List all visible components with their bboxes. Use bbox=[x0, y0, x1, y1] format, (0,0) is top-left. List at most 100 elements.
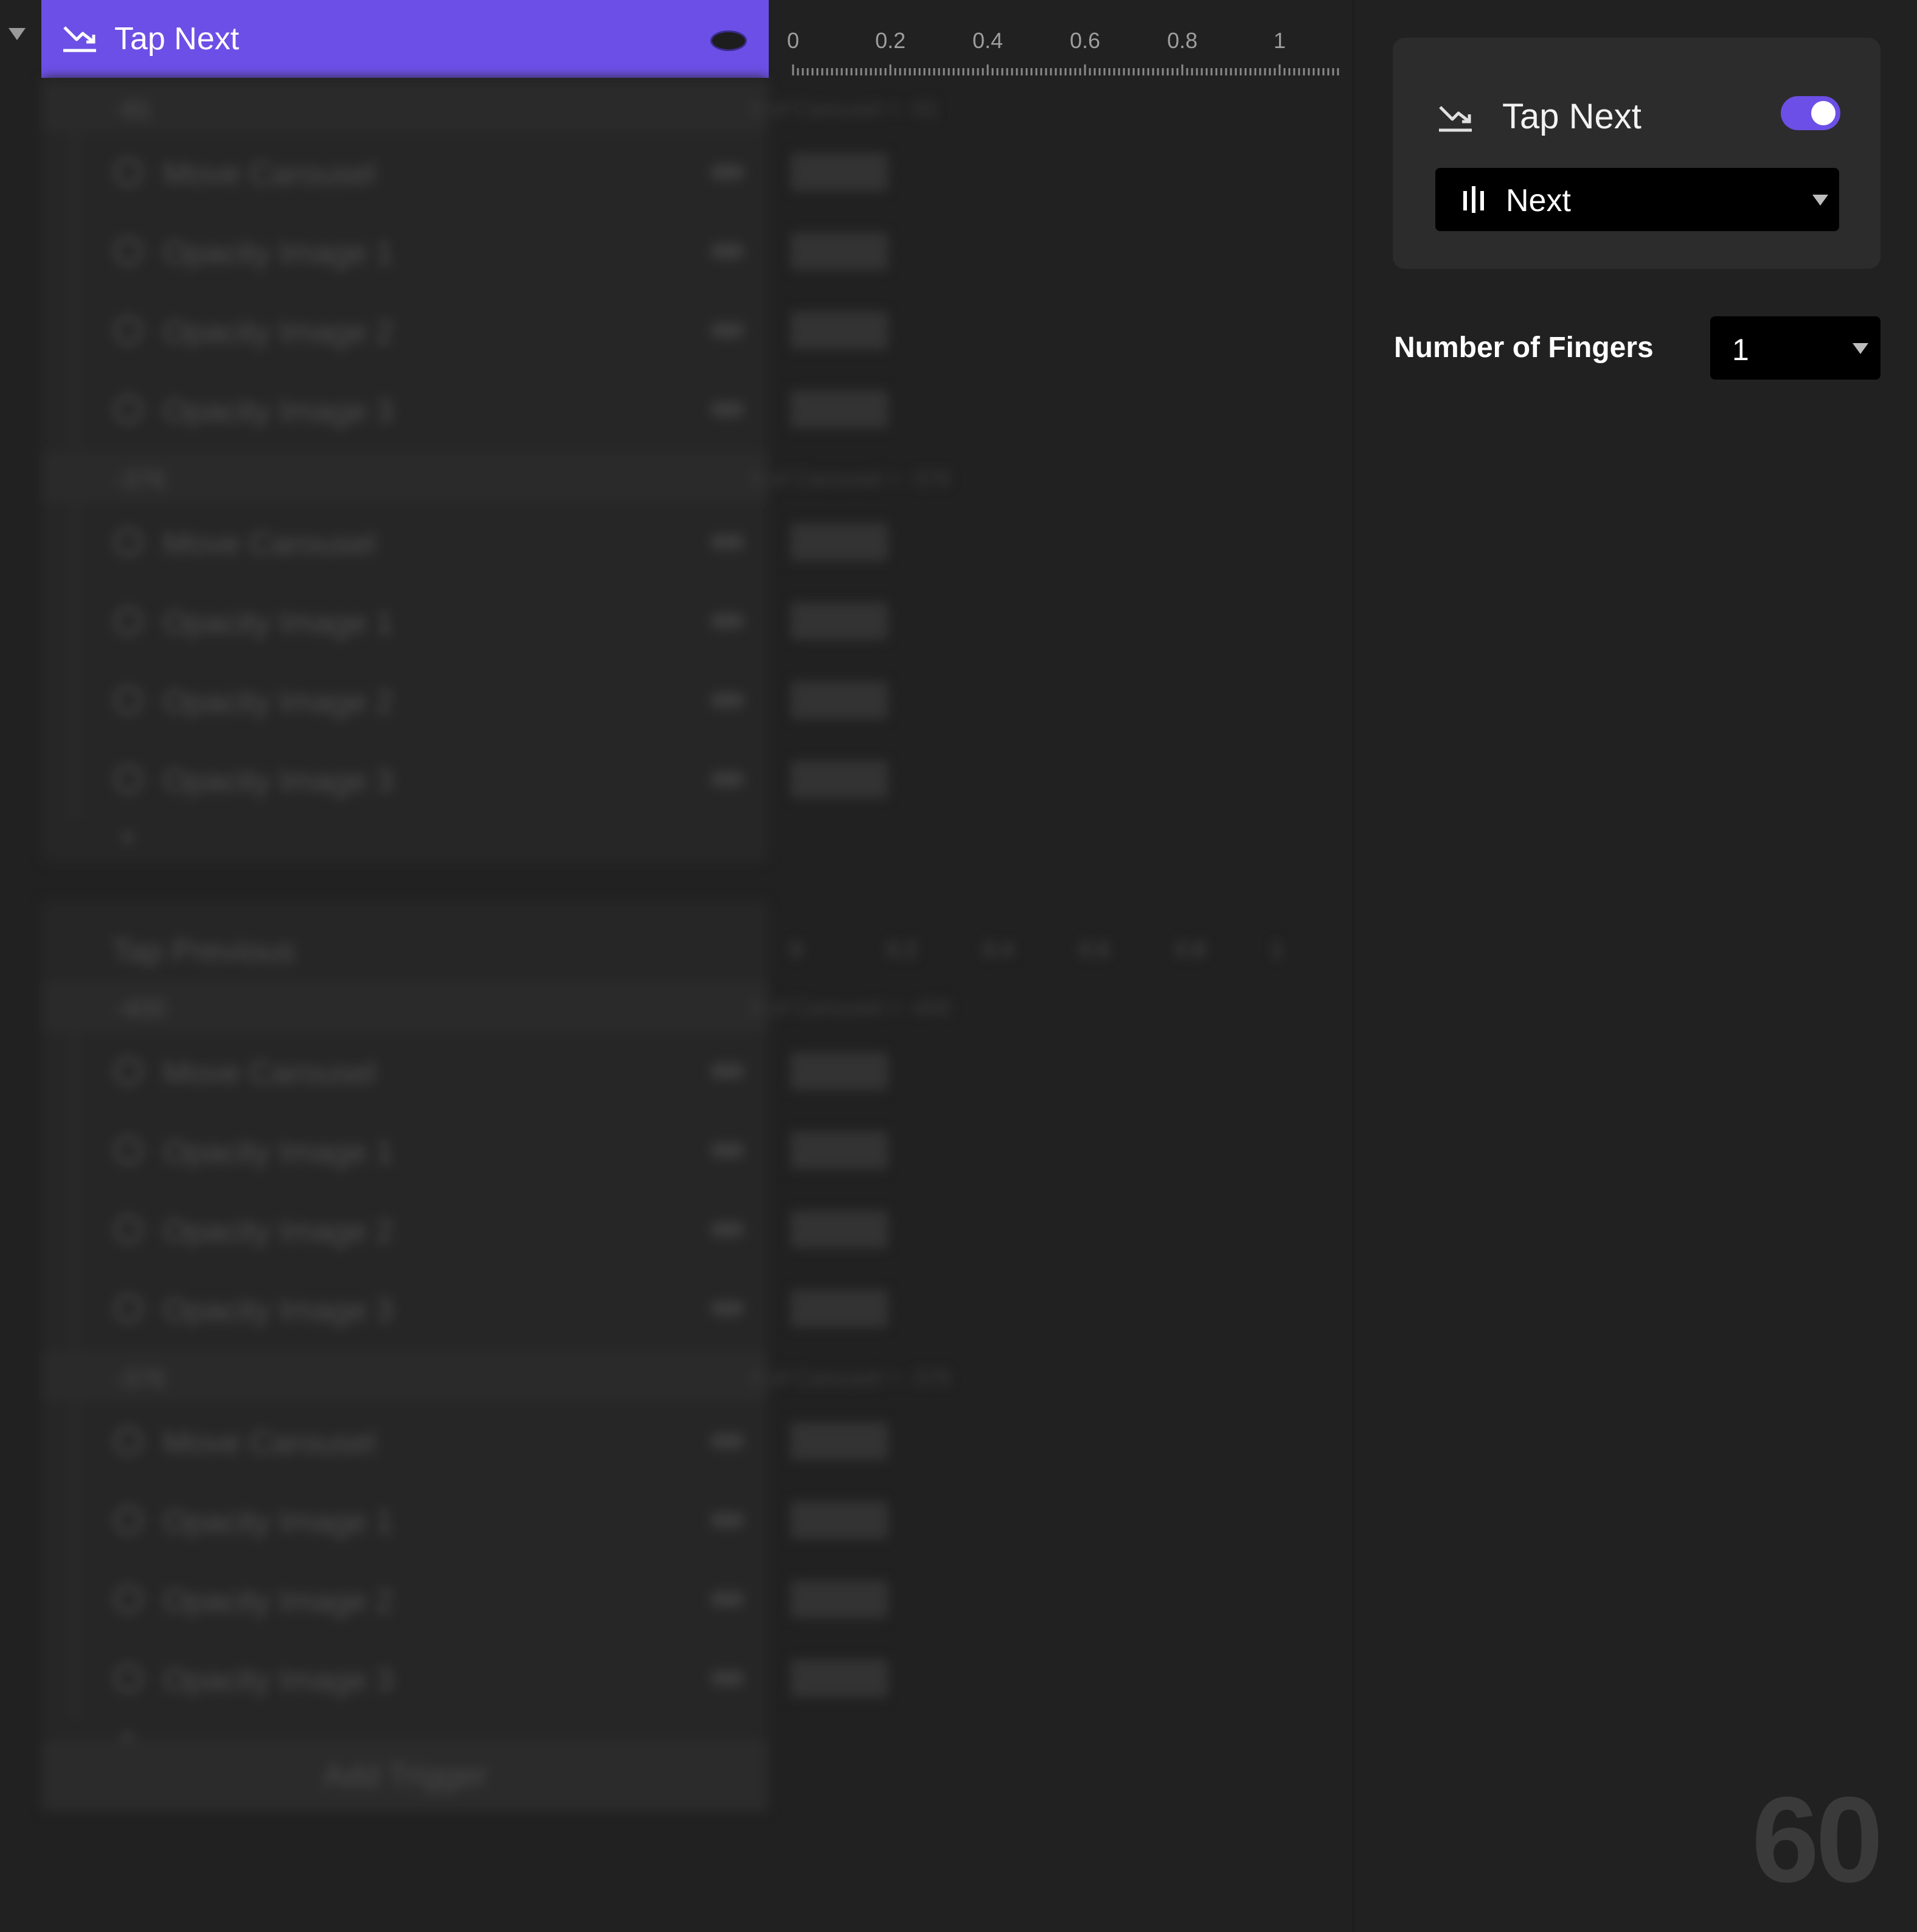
animation-label: Move Carousel bbox=[163, 1425, 376, 1461]
animation-label: Opacity Image 1 bbox=[163, 1504, 393, 1540]
animation-label: Opacity Image 3 bbox=[163, 394, 393, 429]
layer-icon bbox=[114, 1057, 142, 1085]
panel-divider bbox=[1353, 0, 1354, 1932]
ruler-tick-label: 1 bbox=[1271, 937, 1284, 962]
timeline-bar bbox=[791, 760, 888, 798]
layer-icon bbox=[114, 1506, 142, 1534]
visibility-eye-icon bbox=[710, 1670, 744, 1686]
animation-row: Opacity Image 1 bbox=[41, 1481, 888, 1561]
ruler-tick-label: 0.6 bbox=[1079, 937, 1110, 962]
fingers-select[interactable]: 1 bbox=[1710, 316, 1881, 380]
timeline-bar bbox=[791, 1422, 888, 1460]
layer-icon bbox=[114, 528, 142, 556]
animation-row: Opacity Image 2 bbox=[41, 1190, 888, 1270]
visibility-eye-icon bbox=[710, 1512, 744, 1528]
timeline-bar bbox=[791, 1131, 888, 1169]
target-layer-select[interactable]: Next bbox=[1435, 168, 1839, 231]
layer-icon bbox=[114, 237, 142, 265]
trigger-name: Tap Next bbox=[114, 21, 240, 57]
timeline-bar bbox=[791, 1211, 888, 1248]
animation-label: Opacity Image 3 bbox=[163, 1293, 393, 1328]
trigger-header[interactable]: Tap Next bbox=[41, 0, 769, 78]
animation-label: Move Carousel bbox=[163, 1055, 376, 1091]
timeline-bar bbox=[791, 681, 888, 719]
animation-row: Opacity Image 3 bbox=[41, 740, 888, 820]
timeline-bar bbox=[791, 153, 888, 191]
trigger-group-title: Tap Previous bbox=[112, 934, 295, 969]
condition-text: X of Carousel = -91 bbox=[749, 96, 939, 121]
condition-text: X of Carousel = -376 bbox=[749, 466, 951, 491]
trigger-inspector-card: Tap Next Next bbox=[1393, 38, 1881, 269]
ruler-tick-label: 0.2 bbox=[887, 937, 918, 962]
timeline-bar bbox=[791, 1659, 888, 1697]
ruler-tick-label: 0.4 bbox=[983, 937, 1014, 962]
inspector-title: Tap Next bbox=[1502, 97, 1641, 136]
animation-row: Opacity Image 3 bbox=[41, 370, 888, 450]
timeline-bar bbox=[791, 1052, 888, 1090]
layer-icon bbox=[114, 607, 142, 635]
chevron-down-icon bbox=[1853, 343, 1868, 354]
animation-row: Opacity Image 1 bbox=[41, 212, 888, 292]
collapse-arrow-icon[interactable] bbox=[9, 28, 26, 40]
visibility-eye-icon[interactable] bbox=[710, 30, 747, 51]
layer-icon bbox=[114, 1215, 142, 1243]
visibility-eye-icon bbox=[710, 164, 744, 180]
enable-toggle[interactable] bbox=[1781, 96, 1840, 130]
chevron-down-icon bbox=[1812, 195, 1828, 206]
condition-text: X of Carousel = -400 bbox=[749, 995, 951, 1020]
ruler-tick-label: 0 bbox=[791, 937, 803, 962]
fps-counter: 60 bbox=[1752, 1772, 1883, 1908]
visibility-eye-icon bbox=[710, 534, 744, 550]
animation-label: Opacity Image 3 bbox=[163, 763, 393, 799]
animation-row: Move Carousel bbox=[41, 1402, 888, 1482]
fingers-value: 1 bbox=[1732, 333, 1749, 367]
add-condition-plus: + bbox=[119, 822, 137, 854]
animation-row: Opacity Image 3 bbox=[41, 1639, 888, 1719]
animation-row: Opacity Image 2 bbox=[41, 291, 888, 371]
ruler-ticks bbox=[792, 64, 1339, 75]
visibility-eye-icon bbox=[710, 1142, 744, 1158]
target-layer-value: Next bbox=[1506, 183, 1571, 218]
animation-label: Opacity Image 3 bbox=[163, 1663, 393, 1698]
visibility-eye-icon bbox=[710, 771, 744, 787]
timeline-bar bbox=[791, 602, 888, 640]
tap-trigger-icon bbox=[63, 26, 96, 52]
timeline-bar bbox=[791, 232, 888, 270]
animation-row: Opacity Image 1 bbox=[41, 582, 888, 662]
visibility-eye-icon bbox=[710, 692, 744, 708]
visibility-eye-icon bbox=[710, 1301, 744, 1316]
timeline-bar bbox=[791, 1290, 888, 1327]
visibility-eye-icon bbox=[710, 1591, 744, 1607]
animation-label: Opacity Image 2 bbox=[163, 684, 393, 720]
timeline-bar bbox=[791, 1580, 888, 1618]
visibility-eye-icon bbox=[710, 243, 744, 259]
layer-icon bbox=[114, 765, 142, 793]
visibility-eye-icon bbox=[710, 1063, 744, 1079]
animation-row: Opacity Image 2 bbox=[41, 661, 888, 741]
layer-icon bbox=[114, 1427, 142, 1455]
timeline-bar bbox=[791, 311, 888, 349]
animation-label: Opacity Image 1 bbox=[163, 235, 393, 271]
animation-label: Move Carousel bbox=[163, 156, 376, 192]
layer-icon bbox=[114, 395, 142, 423]
layer-icon bbox=[114, 1585, 142, 1613]
layer-icon bbox=[114, 158, 142, 186]
animation-label: Opacity Image 1 bbox=[163, 1135, 393, 1170]
ruler-tick-label: 0.8 bbox=[1175, 937, 1206, 962]
timeline-bar bbox=[791, 391, 888, 428]
visibility-eye-icon bbox=[710, 322, 744, 338]
animation-label: Opacity Image 2 bbox=[163, 314, 393, 350]
animation-label: Opacity Image 2 bbox=[163, 1583, 393, 1619]
animation-row: Move Carousel bbox=[41, 133, 888, 213]
fingers-label: Number of Fingers bbox=[1394, 332, 1654, 364]
visibility-eye-icon bbox=[710, 1433, 744, 1449]
condition-value: -91 bbox=[114, 95, 151, 123]
visibility-eye-icon bbox=[710, 613, 744, 629]
layer-icon bbox=[114, 1294, 142, 1322]
timeline-ruler[interactable]: 0 0.2 0.4 0.6 0.8 1 bbox=[769, 0, 1353, 78]
animation-label: Move Carousel bbox=[163, 526, 376, 561]
condition-header: -376 X of Carousel = -376 bbox=[41, 1350, 951, 1402]
visibility-eye-icon bbox=[710, 1221, 744, 1237]
condition-text: X of Carousel = -376 bbox=[749, 1365, 951, 1390]
animation-label: Opacity Image 2 bbox=[163, 1214, 393, 1249]
